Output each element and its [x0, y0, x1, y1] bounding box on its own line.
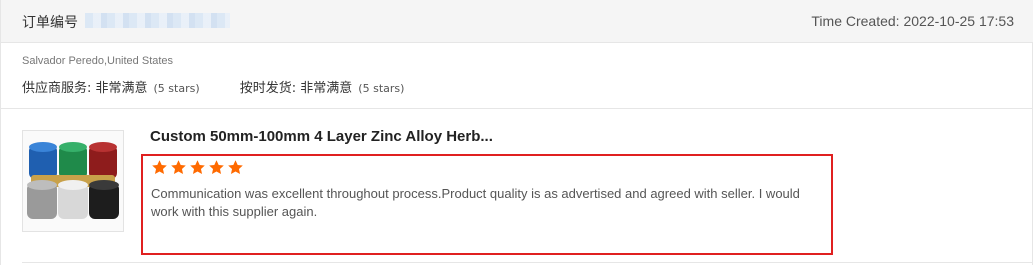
product-thumbnail[interactable]: [22, 130, 124, 232]
time-created: Time Created: 2022-10-25 17:53: [811, 13, 1014, 29]
rating-stars-text: (5 stars): [358, 82, 405, 95]
review-star-rating: [151, 159, 244, 179]
order-review-card: 订单编号 Time Created: 2022-10-25 17:53 Salv…: [0, 0, 1033, 265]
rating-label: 按时发货: 非常满意: [239, 81, 353, 96]
buyer-name-country: Salvador Peredo,United States: [22, 55, 174, 67]
star-icon: [190, 160, 205, 175]
review-highlight-box: Communication was excellent throughout p…: [141, 154, 833, 255]
order-header: 订单编号 Time Created: 2022-10-25 17:53: [1, 0, 1033, 43]
star-icon: [228, 160, 243, 175]
rating-label: 供应商服务: 非常满意: [22, 81, 148, 96]
order-number-label: 订单编号: [22, 15, 78, 31]
divider: [22, 262, 1033, 263]
buyer-info: Salvador Peredo,United States 供应商服务: 非常满…: [1, 43, 1033, 109]
product-review-row: Custom 50mm-100mm 4 Layer Zinc Alloy Her…: [1, 110, 1033, 265]
seller-ratings: 供应商服务: 非常满意 (5 stars) 按时发货: 非常满意 (5 stars): [22, 77, 440, 96]
rating-on-time-shipping: 按时发货: 非常满意 (5 stars): [240, 77, 405, 96]
product-title-link[interactable]: Custom 50mm-100mm 4 Layer Zinc Alloy Her…: [150, 128, 493, 145]
star-icon: [171, 160, 186, 175]
review-text: Communication was excellent throughout p…: [151, 186, 800, 219]
grinder-product-icon: [23, 131, 123, 231]
rating-stars-text: (5 stars): [153, 82, 200, 95]
rating-supplier-service: 供应商服务: 非常满意 (5 stars): [22, 77, 200, 96]
star-icon: [152, 160, 167, 175]
order-number-redacted: [85, 13, 230, 28]
star-icon: [209, 160, 224, 175]
